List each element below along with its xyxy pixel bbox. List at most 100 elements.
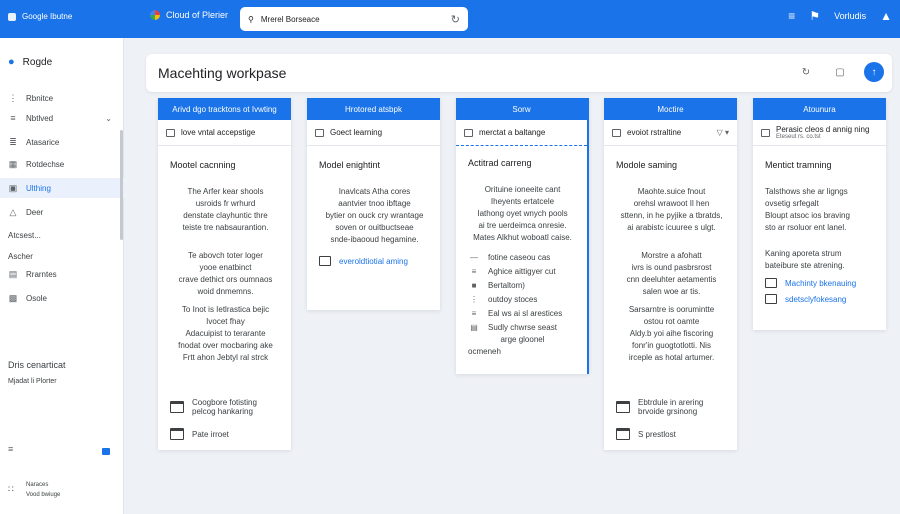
column-heading: Actitrad carreng bbox=[468, 158, 532, 168]
sidebar-item-label: Ulthing bbox=[26, 183, 51, 193]
dots-icon: ⋮ bbox=[470, 294, 478, 304]
bottom-label: Coogbore fotisting pelcog hankaring bbox=[192, 398, 257, 416]
column-header[interactable]: Atounura bbox=[753, 98, 886, 120]
sidebar-item-label: Deer bbox=[26, 207, 44, 217]
sidebar: ● Rogde ⋮ Rbnitce ≡ Nbtlved ⌄ ≣ Atasaric… bbox=[0, 38, 124, 514]
column-link[interactable]: everoldtiotial aming bbox=[319, 256, 430, 266]
doc-icon bbox=[612, 128, 621, 137]
table-icon: ▦ bbox=[8, 158, 18, 169]
column-subheader[interactable]: evoiot rstraltine ▽ ▾ bbox=[604, 120, 737, 146]
column-subheader[interactable]: Perasic cleos d annig ning Eteseut rs. c… bbox=[753, 120, 886, 146]
window-icon bbox=[170, 401, 184, 413]
image-icon bbox=[616, 428, 630, 440]
column-subheader[interactable]: Goect learning bbox=[307, 120, 440, 146]
column-text-3: To Inot is Ietlrastica bejic Ivocet fhay… bbox=[178, 305, 273, 362]
column-tail: arge gloonel ocmeneh bbox=[468, 335, 545, 356]
sidebar-item-7[interactable]: ▩ Osole bbox=[0, 288, 124, 308]
column-bottom-item[interactable]: Ebtrdule in arering brvoide grsinong bbox=[616, 398, 703, 416]
column-list: — fotine caseou cas ≡ Aghice aittigyer cut… bbox=[468, 250, 577, 358]
window-icon bbox=[616, 401, 630, 413]
image-icon bbox=[765, 278, 777, 288]
column-link[interactable]: sdetsclyfokesang bbox=[765, 294, 876, 304]
column-header[interactable]: Sorw bbox=[456, 98, 587, 120]
sidebar-project[interactable]: ● Rogde bbox=[8, 56, 52, 68]
column-sub-label: love vntal accepstige bbox=[181, 128, 256, 137]
column-sub-label: merctat a baltange bbox=[479, 128, 546, 137]
filter-icon[interactable]: ▽ ▾ bbox=[717, 128, 729, 137]
list-item[interactable]: ≡ Aghice aittigyer cut bbox=[468, 264, 577, 278]
sidebar-item-3[interactable]: ▦ Rotdechse bbox=[0, 154, 124, 174]
chevron-down-icon[interactable]: ⌄ bbox=[105, 114, 112, 123]
dash-icon: — bbox=[470, 252, 478, 262]
triangle-icon: △ bbox=[9, 206, 17, 217]
menu-list-icon[interactable]: ≡ bbox=[788, 9, 795, 23]
menu-icon[interactable] bbox=[8, 12, 16, 21]
sidebar-footer-sub[interactable]: Mjadat li Plorter bbox=[8, 378, 57, 385]
search-input[interactable]: Mrerel Borseace bbox=[261, 15, 320, 24]
column-heading: Modole saming bbox=[616, 160, 678, 170]
sidebar-bottom-sub: Vood bwiuge bbox=[26, 492, 61, 498]
list-item[interactable]: ▤ Sudly chwrse seast bbox=[468, 320, 577, 334]
list-item[interactable]: ⋮ outdoy stoces bbox=[468, 292, 577, 306]
history-icon[interactable]: ↻ bbox=[451, 13, 460, 26]
list-icon: ≡ bbox=[10, 113, 16, 123]
sidebar-scrollbar[interactable] bbox=[120, 130, 123, 240]
column-header[interactable]: Hrotored atsbpk bbox=[307, 98, 440, 120]
sidebar-item-0[interactable]: ⋮ Rbnitce bbox=[0, 88, 124, 108]
apps-icon[interactable]: ∷ bbox=[8, 484, 14, 495]
column-subheader[interactable]: love vntal accepstige bbox=[158, 120, 291, 146]
expand-icon[interactable]: ▢ bbox=[830, 62, 850, 82]
sidebar-item-label: Atasarice bbox=[26, 137, 60, 147]
sidebar-item-5[interactable]: △ Deer bbox=[0, 202, 124, 222]
list-item[interactable]: ■ Bertaltom) bbox=[468, 278, 577, 292]
column-header[interactable]: Arivd dgo tracktons ot Ivwting bbox=[158, 98, 291, 120]
column-sub-label: Perasic cleos d annig ning bbox=[776, 125, 870, 134]
sidebar-section-2: Ascher bbox=[8, 252, 33, 261]
search-box[interactable]: ⚲ Mrerel Borseace ↻ bbox=[240, 7, 468, 31]
sidebar-footer-title: Dris cenarticat bbox=[8, 360, 66, 370]
chart-icon: ▩ bbox=[8, 292, 18, 303]
column-header[interactable]: Moctire bbox=[604, 98, 737, 120]
image-icon bbox=[319, 256, 331, 266]
settings-list-icon[interactable]: ≡ bbox=[8, 444, 13, 454]
sidebar-project-name: Rogde bbox=[22, 56, 53, 68]
column-5: Atounura Perasic cleos d annig ning Etes… bbox=[753, 98, 886, 330]
stack-icon: ≣ bbox=[9, 136, 17, 147]
project-selector[interactable]: Cloud of Plerier bbox=[150, 10, 228, 20]
column-heading: Model enightint bbox=[319, 160, 381, 170]
column-text-1: Talsthows she ar ligngs ovsetig srfegalt… bbox=[765, 187, 850, 232]
sidebar-item-6[interactable]: ▤ Rrarntes bbox=[0, 264, 124, 284]
column-2: Hrotored atsbpk Goect learning Model eni… bbox=[307, 98, 440, 310]
brand[interactable]: Google Ibutne bbox=[8, 12, 72, 21]
list-item[interactable]: — fotine caseou cas bbox=[468, 250, 577, 264]
sidebar-item-2[interactable]: ≣ Atasarice bbox=[0, 132, 124, 152]
image-icon bbox=[170, 428, 184, 440]
column-bottom-item[interactable]: Pate irroet bbox=[170, 428, 229, 440]
column-link[interactable]: Machinty bkenauing bbox=[765, 278, 876, 288]
flag-icon[interactable]: ⚑ bbox=[809, 9, 820, 23]
upload-fab-icon[interactable]: ↑ bbox=[864, 62, 884, 82]
workspace-header: Macehting workpase ↻ ▢ ↑ bbox=[146, 54, 892, 92]
column-text-2: Kaning aporeta strum bateibure ste atren… bbox=[765, 249, 845, 270]
column-heading: Mentict tramning bbox=[765, 160, 832, 170]
column-bottom-item[interactable]: Coogbore fotisting pelcog hankaring bbox=[170, 398, 257, 416]
sidebar-section-1: Atcsest... bbox=[8, 231, 41, 240]
column-subheader[interactable]: merctat a baltange bbox=[456, 120, 587, 146]
grid-icon: ⋮ bbox=[8, 92, 18, 103]
list-item[interactable]: ≡ Eal ws ai sl arestices bbox=[468, 306, 577, 320]
sidebar-bottom-title: Naraces bbox=[26, 482, 49, 488]
sidebar-item-label: Osole bbox=[26, 293, 47, 303]
sidebar-item-4[interactable]: ▣ Ulthing bbox=[0, 178, 124, 198]
upload-icon[interactable]: ▲ bbox=[880, 9, 892, 23]
sidebar-item-1[interactable]: ≡ Nbtlved ⌄ bbox=[0, 108, 124, 128]
column-text-1: Maohte.suice fnout orehsl wrawoot Il hen… bbox=[620, 187, 723, 232]
refresh-icon[interactable]: ↻ bbox=[796, 62, 816, 82]
column-bottom-item[interactable]: S prestlost bbox=[616, 428, 676, 440]
column-text-3: Sarsarntre is oorumintte ostou rot oamte… bbox=[628, 305, 715, 362]
workspace-tools: ↻ ▢ ↑ bbox=[796, 62, 884, 82]
bars-icon: ■ bbox=[471, 280, 477, 290]
brand-label: Google Ibutne bbox=[22, 12, 73, 21]
doc-icon bbox=[761, 128, 770, 137]
chart-icon bbox=[464, 128, 473, 137]
account-label[interactable]: Vorludis bbox=[834, 11, 866, 21]
